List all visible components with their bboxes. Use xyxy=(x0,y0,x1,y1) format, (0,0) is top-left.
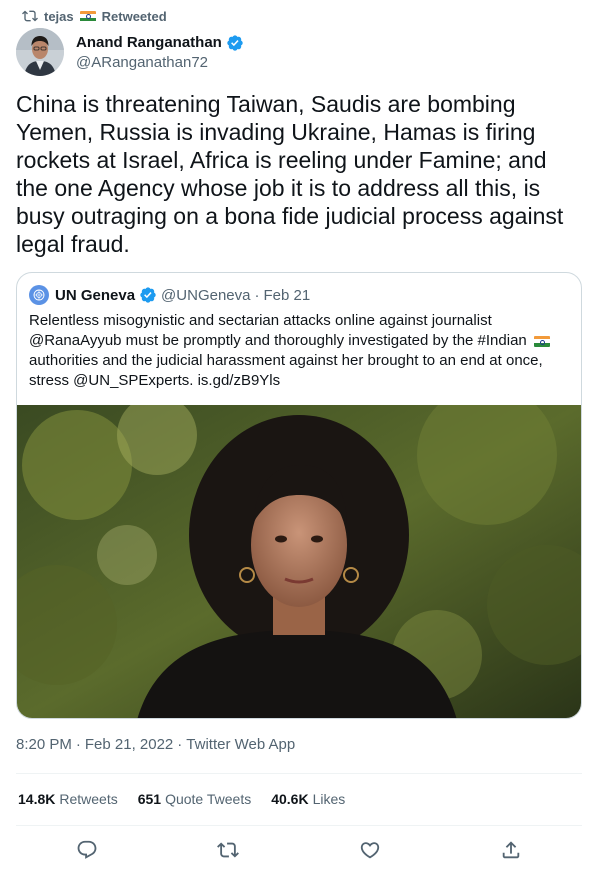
quoted-tweet-text: Relentless misogynistic and sectarian at… xyxy=(29,311,569,391)
quoted-tweet-photo[interactable] xyxy=(17,405,581,718)
share-icon[interactable] xyxy=(500,839,522,861)
author-name[interactable]: Anand Ranganathan xyxy=(76,34,222,51)
retweeted-label: Retweeted xyxy=(101,8,167,24)
quoted-text-part2: authorities and the judicial harassment … xyxy=(29,352,543,389)
un-logo-icon[interactable] xyxy=(29,285,49,305)
retweet-icon xyxy=(22,10,38,22)
tweet-date[interactable]: Feb 21, 2022 xyxy=(85,736,173,753)
quoted-author-handle[interactable]: @UNGeneva xyxy=(161,287,250,304)
divider xyxy=(16,773,582,774)
retweets-label: Retweets xyxy=(59,791,118,807)
divider xyxy=(16,825,582,826)
author-handle[interactable]: @ARanganathan72 xyxy=(76,54,244,71)
tweet-author: Anand Ranganathan @ARanganathan72 xyxy=(16,28,244,76)
retweet-icon[interactable] xyxy=(217,839,240,861)
quote-tweets-count: 651 xyxy=(137,791,162,807)
india-flag-icon xyxy=(533,335,550,347)
avatar[interactable] xyxy=(16,28,64,76)
tweet-text: China is threatening Taiwan, Saudis are … xyxy=(16,91,564,257)
retweeter-name[interactable]: tejas xyxy=(44,9,74,24)
quote-tweets-stat[interactable]: 651 Quote Tweets xyxy=(138,791,252,807)
quoted-tweet-card[interactable]: UN Geneva @UNGeneva · Feb 21 Relentless … xyxy=(16,272,582,719)
dot-separator: · xyxy=(254,286,260,304)
retweets-stat[interactable]: 14.8K Retweets xyxy=(18,791,118,807)
likes-count: 40.6K xyxy=(271,791,309,807)
verified-badge-icon xyxy=(227,34,243,51)
india-flag-icon xyxy=(79,10,96,22)
heart-icon[interactable] xyxy=(359,839,381,861)
retweet-indicator: tejas Retweeted xyxy=(22,7,167,25)
tweet-timestamp: 8:20 PM · Feb 21, 2022 · Twitter Web App xyxy=(16,736,295,753)
tweet-action-bar xyxy=(16,836,582,864)
quote-tweets-label: Quote Tweets xyxy=(165,791,252,807)
tweet-time[interactable]: 8:20 PM xyxy=(16,736,72,753)
reply-icon[interactable] xyxy=(76,839,98,861)
quoted-tweet-header: UN Geneva @UNGeneva · Feb 21 xyxy=(29,285,310,305)
verified-badge-icon xyxy=(140,287,156,303)
tweet-stats: 14.8K Retweets 651 Quote Tweets 40.6K Likes xyxy=(18,791,345,807)
quoted-text-part1: Relentless misogynistic and sectarian at… xyxy=(29,312,527,349)
quoted-tweet-date[interactable]: Feb 21 xyxy=(263,287,310,304)
quoted-author-name[interactable]: UN Geneva xyxy=(55,287,135,304)
tweet-source[interactable]: Twitter Web App xyxy=(186,736,295,753)
likes-stat[interactable]: 40.6K Likes xyxy=(271,791,345,807)
dot-separator: · xyxy=(75,736,81,753)
retweets-count: 14.8K xyxy=(18,791,56,807)
dot-separator: · xyxy=(177,736,183,753)
likes-label: Likes xyxy=(312,791,346,807)
